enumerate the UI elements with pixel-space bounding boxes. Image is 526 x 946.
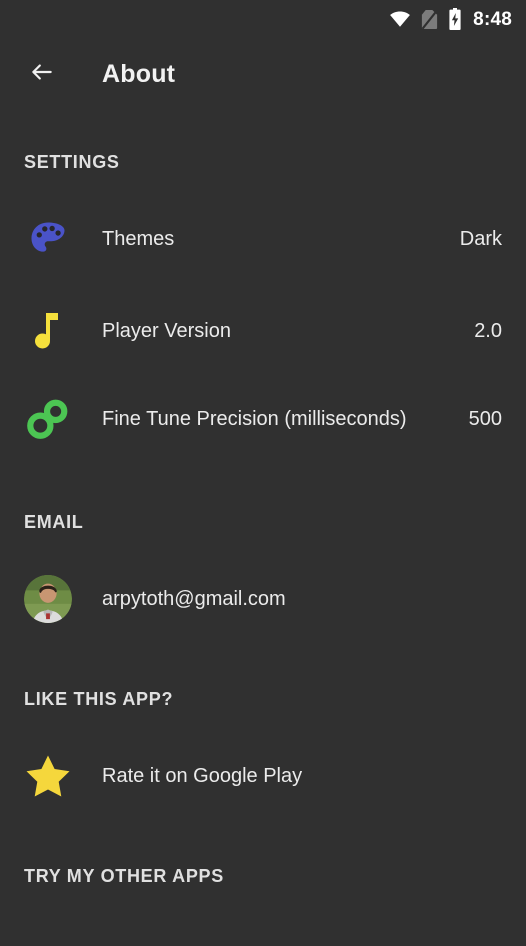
user-avatar (24, 574, 72, 624)
row-label-email: arpytoth@gmail.com (102, 587, 286, 610)
row-value-themes: Dark (459, 227, 502, 250)
link-circles-icon (24, 397, 72, 441)
section-header-try-my-other-apps: TRY MY OTHER APPS (24, 866, 224, 886)
status-bar: 8:48 (0, 0, 526, 38)
row-rate-on-google-play[interactable]: Rate it on Google Play (0, 748, 526, 804)
app-bar: About (0, 38, 526, 110)
row-label-themes: Themes (102, 227, 175, 250)
row-email[interactable]: arpytoth@gmail.com (0, 571, 526, 627)
row-fine-tune-precision[interactable]: Fine Tune Precision (milliseconds) 500 (0, 391, 526, 447)
back-arrow-icon (29, 59, 55, 90)
battery-charging-icon (448, 8, 462, 30)
row-player-version[interactable]: Player Version 2.0 (0, 303, 526, 359)
music-note-icon (24, 309, 72, 353)
back-button[interactable] (24, 56, 60, 92)
row-value-player-version: 2.0 (474, 319, 502, 342)
section-header-like-this-app: LIKE THIS APP? (24, 689, 174, 709)
row-themes[interactable]: Themes Dark (0, 211, 526, 267)
row-label-fine-tune-precision: Fine Tune Precision (milliseconds) (102, 407, 407, 430)
row-value-fine-tune-precision: 500 (468, 407, 502, 430)
star-icon (24, 753, 72, 799)
status-time: 8:48 (473, 8, 512, 30)
page-title: About (102, 59, 176, 88)
no-sim-icon (420, 9, 439, 30)
row-label-rate-on-google-play: Rate it on Google Play (102, 764, 303, 787)
section-header-email: EMAIL (24, 512, 84, 532)
row-label-player-version: Player Version (102, 319, 231, 342)
wifi-icon (389, 8, 411, 30)
section-header-settings: SETTINGS (24, 152, 120, 172)
palette-icon (24, 217, 72, 261)
